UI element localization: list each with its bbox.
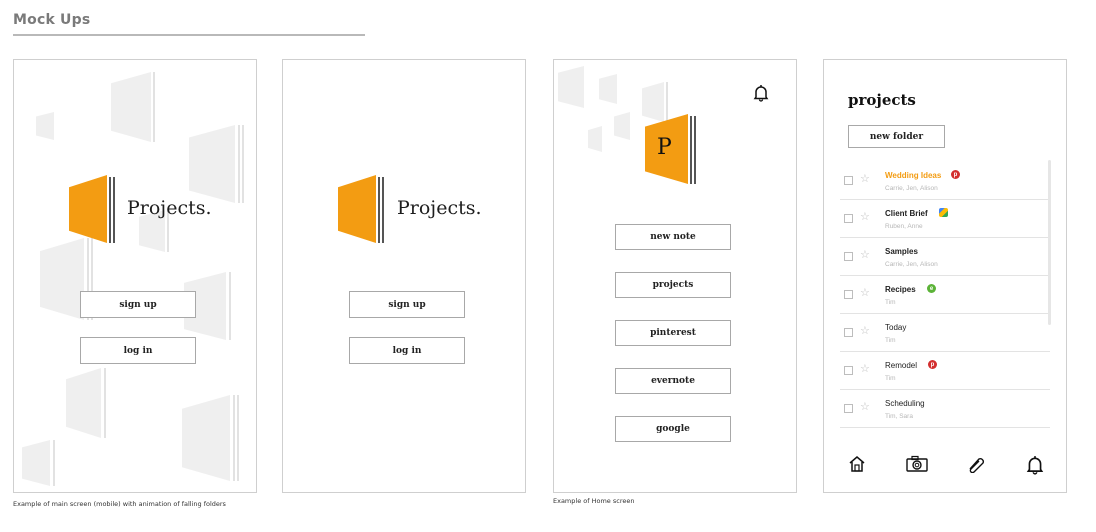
checkbox[interactable] [844, 290, 853, 299]
mockup-main-screen: Projects. sign up log in [282, 59, 526, 493]
logo-wordmark: Projects. [127, 197, 212, 219]
home-screen-caption: Example of Home screen [553, 497, 635, 505]
pinterest-icon: p [928, 360, 937, 369]
sign-up-button[interactable]: sign up [349, 291, 465, 318]
project-members: Ruben, Anne [885, 223, 923, 230]
bell-icon[interactable] [753, 84, 769, 102]
camera-icon[interactable] [906, 455, 928, 473]
menu-pinterest[interactable]: pinterest [615, 320, 731, 346]
log-in-button[interactable]: log in [80, 337, 196, 364]
project-name: Client Brief [885, 209, 928, 218]
list-item[interactable]: ☆ Scheduling Tim, Sara [840, 390, 1050, 428]
bell-icon[interactable] [1026, 455, 1044, 475]
new-folder-button[interactable]: new folder [848, 125, 945, 148]
menu-new-note[interactable]: new note [615, 224, 731, 250]
star-icon[interactable]: ☆ [860, 210, 870, 223]
list-item[interactable]: ☆ Client Brief Ruben, Anne [840, 200, 1050, 238]
checkbox[interactable] [844, 328, 853, 337]
project-members: Tim [885, 337, 896, 344]
star-icon[interactable]: ☆ [860, 400, 870, 413]
mockup-main-screen-animated: Projects. sign up log in [13, 59, 257, 493]
paperclip-icon[interactable] [966, 455, 986, 473]
star-icon[interactable]: ☆ [860, 324, 870, 337]
list-item[interactable]: ☆ Today Tim [840, 314, 1050, 352]
checkbox[interactable] [844, 252, 853, 261]
list-scrollbar[interactable] [1048, 160, 1051, 325]
title-divider [13, 34, 365, 36]
pinterest-icon: p [951, 170, 960, 179]
project-members: Tim [885, 299, 896, 306]
logo-wordmark: Projects. [397, 197, 482, 219]
evernote-icon: e [927, 284, 936, 293]
project-name: Wedding Ideas [885, 171, 942, 180]
star-icon[interactable]: ☆ [860, 286, 870, 299]
list-item[interactable]: ☆ Recipes e Tim [840, 276, 1050, 314]
project-name: Today [885, 323, 907, 332]
menu-google[interactable]: google [615, 416, 731, 442]
project-members: Carrie, Jen, Alison [885, 185, 938, 192]
page-title: Mock Ups [13, 12, 91, 28]
list-item[interactable]: ☆ Samples Carrie, Jen, Alison [840, 238, 1050, 276]
project-members: Tim, Sara [885, 413, 913, 420]
checkbox[interactable] [844, 404, 853, 413]
project-list: ☆ Wedding Ideas p Carrie, Jen, Alison ☆ … [840, 162, 1050, 428]
menu-projects[interactable]: projects [615, 272, 731, 298]
home-icon[interactable] [848, 455, 866, 473]
checkbox[interactable] [844, 214, 853, 223]
menu-evernote[interactable]: evernote [615, 368, 731, 394]
log-in-button[interactable]: log in [349, 337, 465, 364]
star-icon[interactable]: ☆ [860, 248, 870, 261]
star-icon[interactable]: ☆ [860, 362, 870, 375]
project-name: Samples [885, 247, 918, 256]
project-members: Carrie, Jen, Alison [885, 261, 938, 268]
checkbox[interactable] [844, 176, 853, 185]
mockup-projects-screen: projects new folder ☆ Wedding Ideas p Ca… [823, 59, 1067, 493]
list-item[interactable]: ☆ Remodel p Tim [840, 352, 1050, 390]
list-item[interactable]: ☆ Wedding Ideas p Carrie, Jen, Alison [840, 162, 1050, 200]
mockup-home-screen: P new note projects pinterest evernote g… [553, 59, 797, 493]
project-name: Recipes [885, 285, 916, 294]
checkbox[interactable] [844, 366, 853, 375]
project-name: Scheduling [885, 399, 925, 408]
projects-title: projects [848, 91, 916, 109]
sign-up-button[interactable]: sign up [80, 291, 196, 318]
star-icon[interactable]: ☆ [860, 172, 870, 185]
google-drive-icon [939, 208, 948, 217]
project-name: Remodel [885, 361, 918, 370]
main-screen-caption: Example of main screen (mobile) with ani… [13, 500, 226, 508]
project-members: Tim [885, 375, 896, 382]
